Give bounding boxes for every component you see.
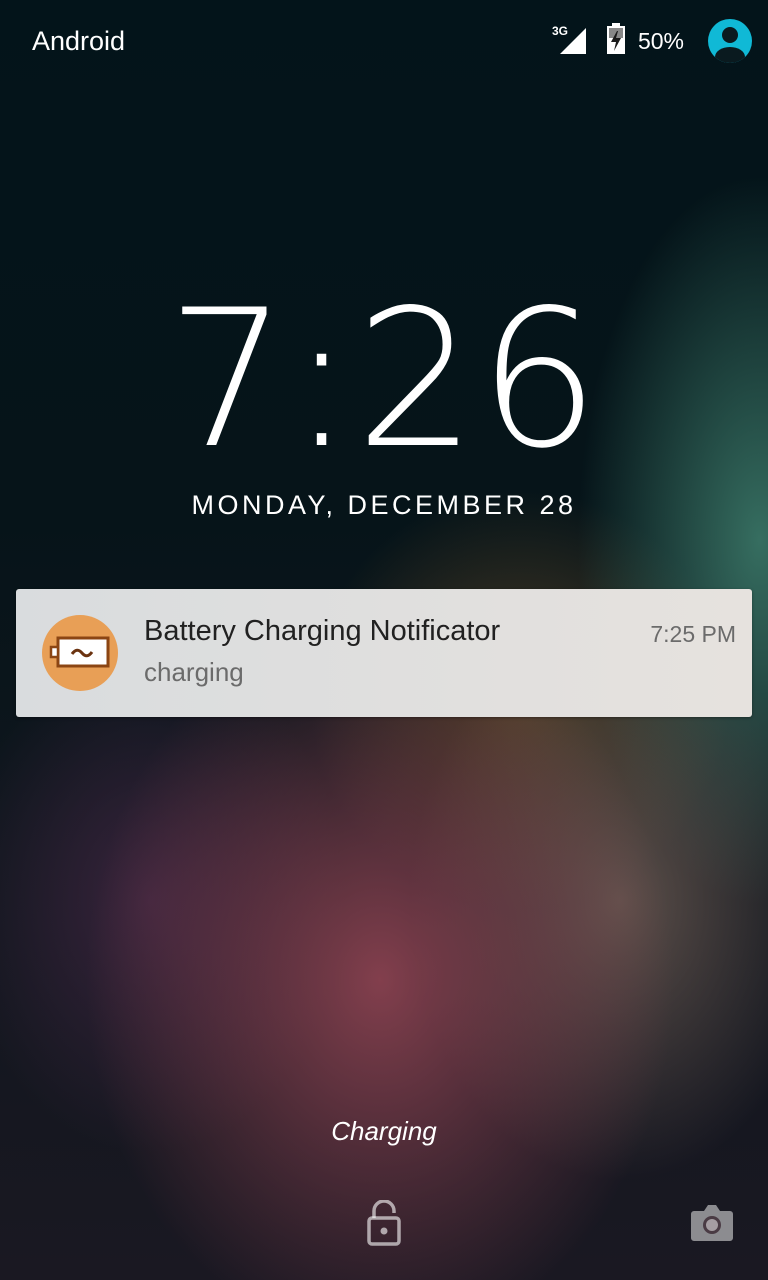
battery-charging-icon — [606, 22, 626, 60]
battery-charge-icon — [42, 615, 118, 691]
status-icons: 3G 50% — [552, 18, 752, 64]
unlock-icon[interactable] — [366, 1199, 402, 1246]
notification-text: charging — [144, 657, 244, 687]
user-avatar-icon[interactable] — [708, 19, 752, 63]
charging-status: Charging — [331, 1116, 437, 1146]
notification-title: Battery Charging Notificator — [144, 615, 501, 647]
camera-icon[interactable] — [690, 1202, 734, 1242]
notification-card[interactable]: Battery Charging Notificator charging 7:… — [16, 589, 752, 717]
lockscreen-date: MONDAY, DECEMBER 28 — [191, 490, 577, 520]
signal-icon: 3G — [552, 24, 588, 56]
battery-percent: 50% — [637, 27, 684, 54]
lockscreen-clock: 7:26 — [166, 269, 602, 490]
status-bar: Android 3G 50% — [0, 0, 768, 84]
notification-time: 7:25 PM — [650, 621, 736, 647]
carrier-label: Android — [32, 26, 126, 56]
